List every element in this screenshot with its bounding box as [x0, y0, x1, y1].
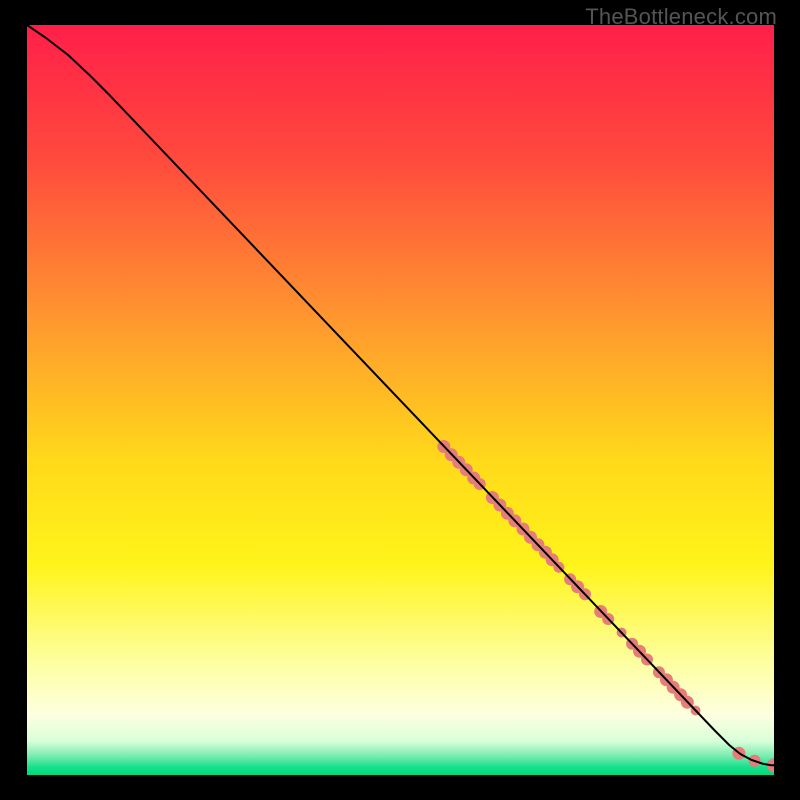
chart-svg [27, 25, 774, 775]
plot-area [27, 25, 774, 775]
chart-stage: TheBottleneck.com [0, 0, 800, 800]
